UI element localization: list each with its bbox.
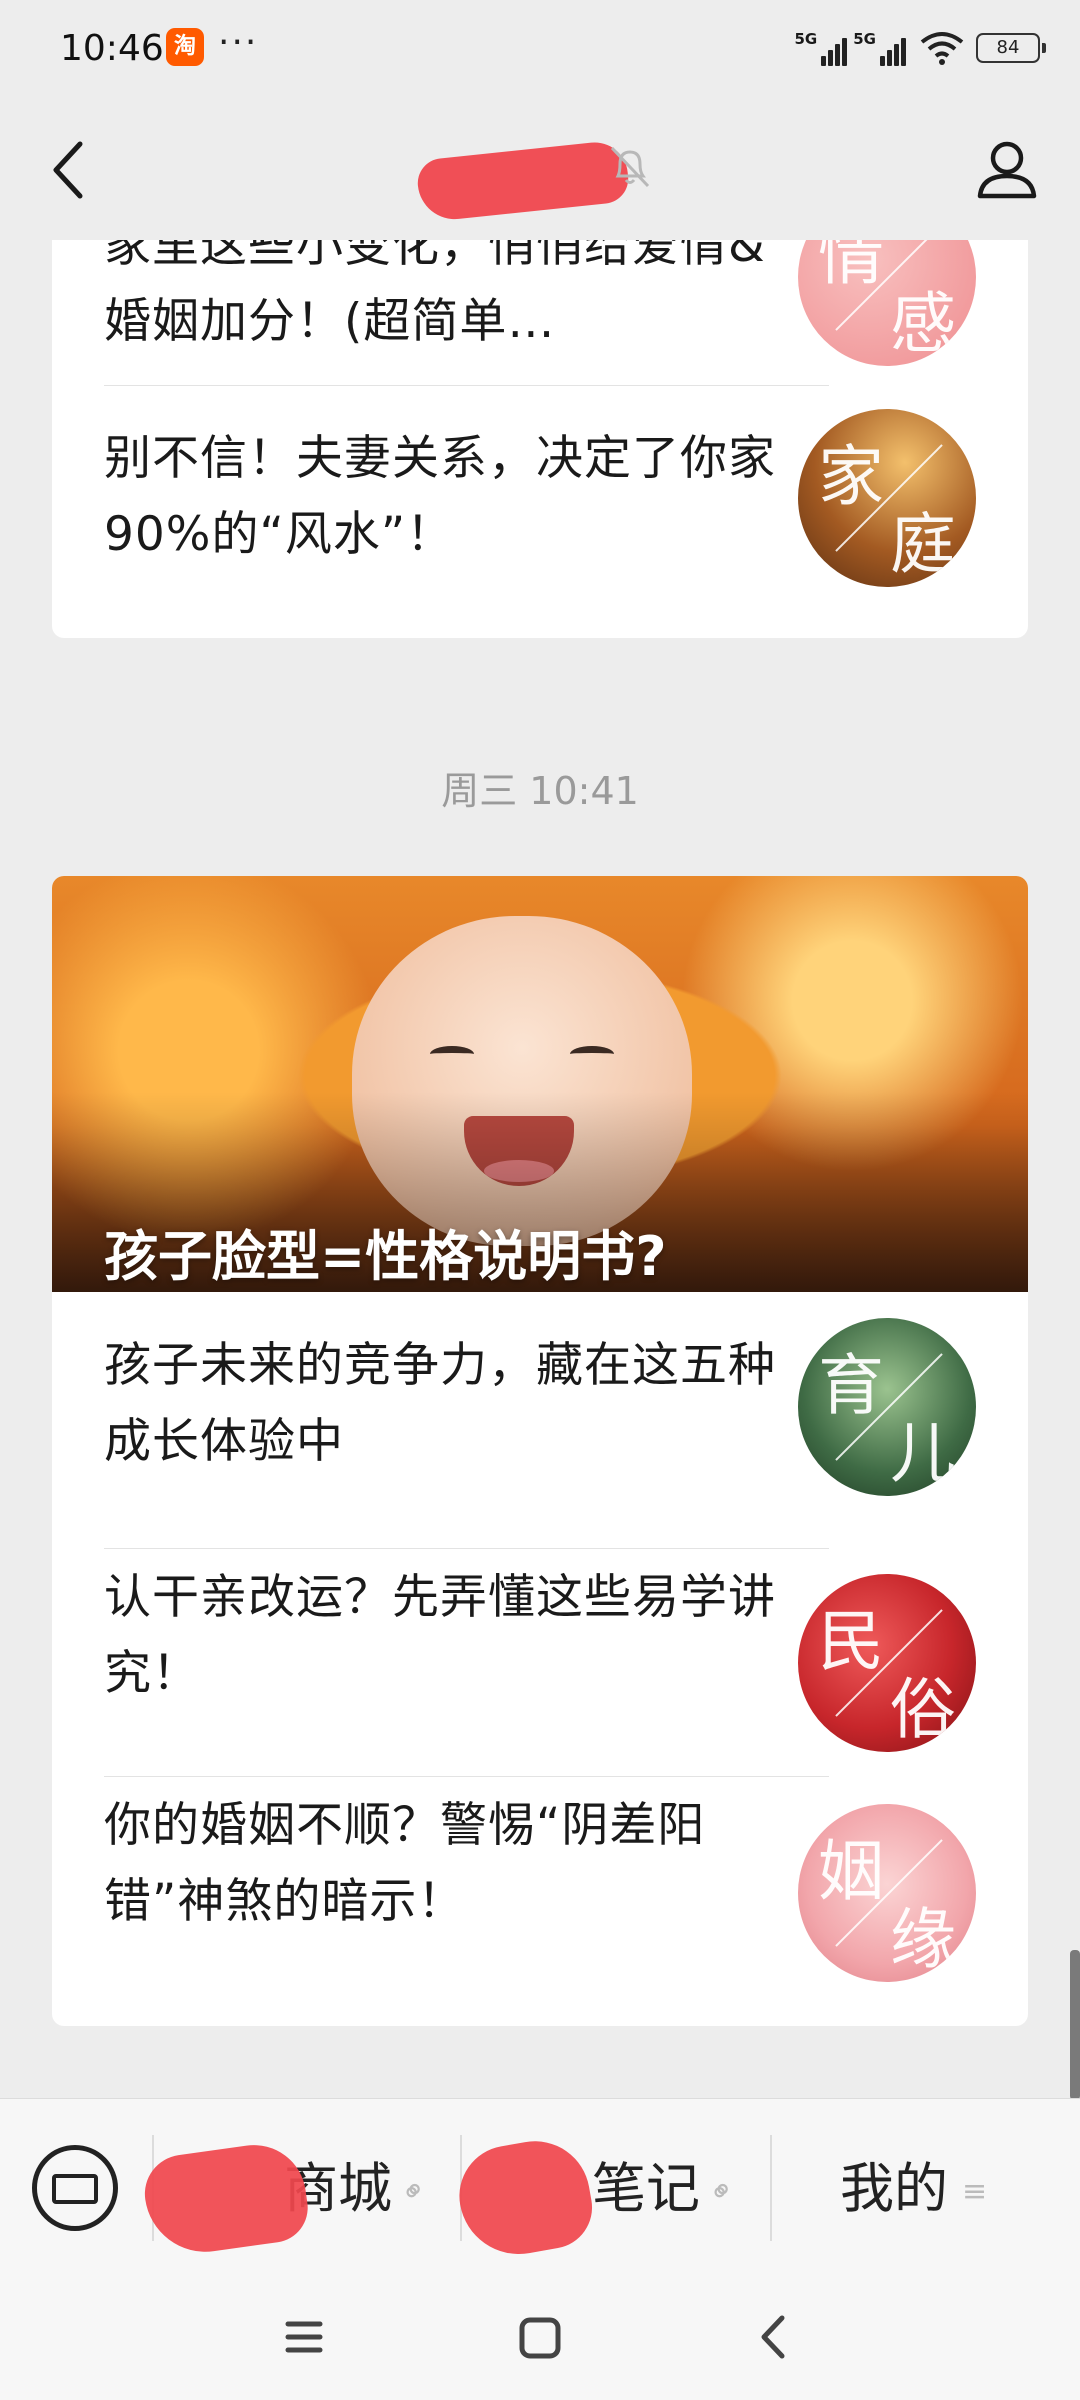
signal-icon: 5G xyxy=(853,30,906,66)
article-item[interactable]: 别不信！夫妻关系，决定了你家90%的“风水”！ 家 庭 xyxy=(52,385,1028,611)
article-card: 孩子脸型=性格说明书? 孩子未来的竞争力，藏在这五种成长体验中 育 儿 认干亲改… xyxy=(52,876,1028,2026)
article-title: 家里这些小变化，悄悄给爱情&婚姻加分！(超简单… xyxy=(104,240,766,349)
article-thumbnail: 情 感 xyxy=(798,240,976,366)
article-card: 家里这些小变化，悄悄给爱情&婚姻加分！(超简单… 情 感 别不信！夫妻关系，决定… xyxy=(52,240,1028,638)
article-title: 孩子未来的竞争力，藏在这五种成长体验中 xyxy=(104,1338,776,1469)
menu-item-mine[interactable]: 我的 ≡ xyxy=(840,2139,987,2239)
article-item[interactable]: 认干亲改运？先弄懂这些易学讲究！ 民 俗 xyxy=(52,1548,1028,1774)
scrollbar[interactable] xyxy=(1070,1950,1080,2100)
chevron-left-icon[interactable] xyxy=(40,130,100,210)
article-thumbnail: 姻 缘 xyxy=(798,1804,976,1982)
status-indicators: 5G 5G 84 xyxy=(795,26,1046,70)
thumbnail-char: 儿 xyxy=(890,1415,956,1492)
thumbnail-char: 姻 xyxy=(818,1833,884,1910)
message-timestamp: 周三 10:41 xyxy=(441,769,639,813)
article-thumbnail: 育 儿 xyxy=(798,1318,976,1496)
thumbnail-char: 家 xyxy=(818,438,884,515)
more-notifications-icon: ··· xyxy=(218,22,259,63)
wifi-icon xyxy=(920,32,964,65)
thumbnail-char: 俗 xyxy=(890,1671,956,1748)
thumbnail-char: 缘 xyxy=(890,1901,956,1978)
list-icon: ≡ xyxy=(962,2174,988,2210)
status-bar: 10:46 淘 ··· 5G 5G 84 xyxy=(0,0,1080,100)
menu-item-notes[interactable]: 笔记⚭ xyxy=(592,2139,743,2239)
chat-header xyxy=(0,100,1080,240)
article-item[interactable]: 你的婚姻不顺？警惕“阴差阳错”神煞的暗示！ 姻 缘 xyxy=(52,1776,1028,2002)
article-title: 别不信！夫妻关系，决定了你家90%的“风水”！ xyxy=(104,431,776,562)
menu-divider xyxy=(770,2135,772,2241)
article-thumbnail: 民 俗 xyxy=(798,1574,976,1752)
menu-item-label: 我的 xyxy=(840,2157,948,2220)
menu-icon[interactable] xyxy=(264,2302,344,2372)
article-title: 你的婚姻不顺？警惕“阴差阳错”神煞的暗示！ xyxy=(104,1798,706,1929)
hero-title: 孩子脸型=性格说明书? xyxy=(104,1225,667,1288)
network-type-label: 5G xyxy=(853,30,876,48)
screen: 10:46 淘 ··· 5G 5G 84 家里这些小变化，悄悄给爱情&婚姻加分！… xyxy=(0,0,1080,2400)
article-thumbnail: 家 庭 xyxy=(798,409,976,587)
battery-icon: 84 xyxy=(976,33,1046,63)
redaction-mark xyxy=(139,2138,313,2260)
thumbnail-char: 育 xyxy=(818,1347,884,1424)
bell-off-icon xyxy=(610,146,650,188)
hero-article[interactable]: 孩子脸型=性格说明书? xyxy=(52,876,1028,1292)
taobao-icon: 淘 xyxy=(166,28,204,66)
article-item[interactable]: 家里这些小变化，悄悄给爱情&婚姻加分！(超简单… 情 感 xyxy=(52,240,1028,386)
back-icon[interactable] xyxy=(734,2302,814,2372)
article-title: 认干亲改运？先弄懂这些易学讲究！ xyxy=(104,1570,776,1701)
keyboard-icon[interactable] xyxy=(32,2145,118,2231)
article-item[interactable]: 孩子未来的竞争力，藏在这五种成长体验中 育 儿 xyxy=(52,1292,1028,1518)
thumbnail-char: 庭 xyxy=(890,506,956,583)
redaction-mark xyxy=(451,2132,599,2264)
battery-level: 84 xyxy=(996,37,1020,58)
network-type-label: 5G xyxy=(794,30,818,48)
person-icon[interactable] xyxy=(972,130,1042,210)
thumbnail-char: 民 xyxy=(818,1603,884,1680)
home-icon[interactable] xyxy=(500,2302,580,2372)
status-time: 10:46 xyxy=(60,28,164,69)
signal-icon: 5G xyxy=(795,30,848,66)
official-account-menu: 商城⚭ 笔记⚭ 我的 ≡ xyxy=(0,2098,1080,2276)
thumbnail-char: 感 xyxy=(890,285,956,362)
system-nav-bar xyxy=(0,2276,1080,2400)
